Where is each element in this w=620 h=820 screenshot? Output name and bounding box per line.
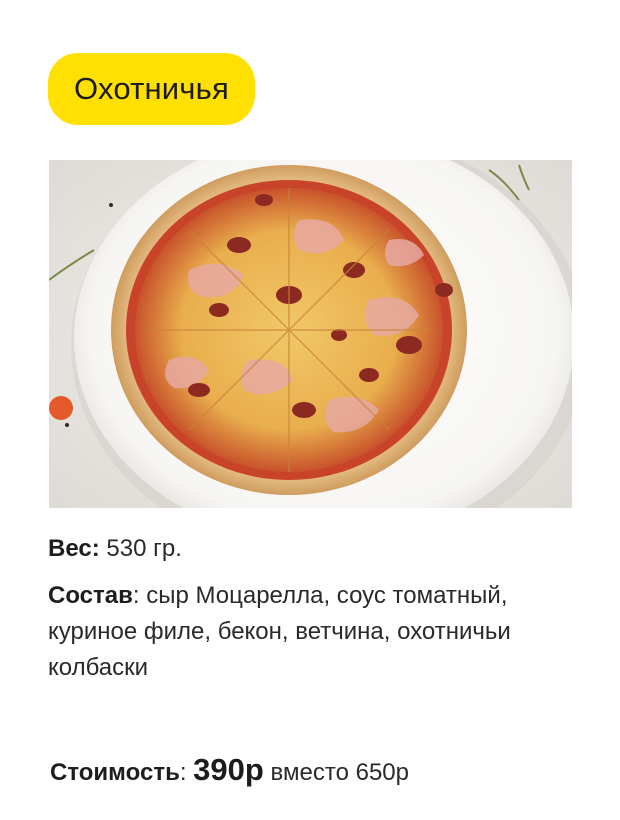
instead-word: вместо xyxy=(270,759,349,786)
price-separator: : xyxy=(179,759,187,786)
product-title: Охотничья xyxy=(48,53,255,125)
pizza-photo xyxy=(49,160,572,508)
weight-value: 530 гр. xyxy=(106,535,182,562)
price-line: Стоимость: 390р вместо 650р xyxy=(50,752,409,788)
weight-line: Вес: 530 гр. xyxy=(48,531,588,567)
current-price: 390р xyxy=(193,752,264,787)
composition-label: Состав xyxy=(48,582,133,609)
weight-label: Вес: xyxy=(48,535,100,562)
composition-separator: : xyxy=(132,582,140,609)
composition-line: Состав: сыр Моцарелла, соус томатный, ку… xyxy=(48,578,588,686)
price-label: Стоимость xyxy=(50,759,180,786)
old-price: 650р xyxy=(355,759,409,786)
